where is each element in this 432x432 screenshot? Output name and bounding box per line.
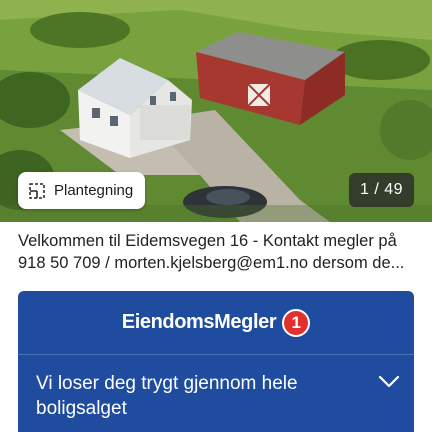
floorplan-button[interactable]: Plantegning <box>18 172 146 209</box>
description-line-1: Velkommen til Eidemsvegen 16 - Kontakt m… <box>18 232 397 250</box>
photo-counter: 1 / 49 <box>348 173 414 207</box>
broker-logo-text: EiendomsMegler <box>121 311 277 333</box>
description-line-2: 918 50 709 / morten.kjelsberg@em1.no der… <box>18 254 405 272</box>
broker-logo-badge: 1 <box>282 308 311 337</box>
chevron-down-icon[interactable] <box>378 375 400 389</box>
broker-tagline-row[interactable]: Vi loser deg trygt gjennom hele boligsal… <box>18 355 414 421</box>
broker-logo: EiendomsMegler 1 <box>18 291 414 355</box>
broker-tagline: Vi loser deg trygt gjennom hele boligsal… <box>36 373 298 419</box>
floorplan-icon <box>29 182 45 199</box>
broker-banner[interactable]: EiendomsMegler 1 Vi loser deg trygt gjen… <box>18 291 414 432</box>
floorplan-label: Plantegning <box>54 182 134 199</box>
listing-description[interactable]: Velkommen til Eidemsvegen 16 - Kontakt m… <box>18 230 418 274</box>
